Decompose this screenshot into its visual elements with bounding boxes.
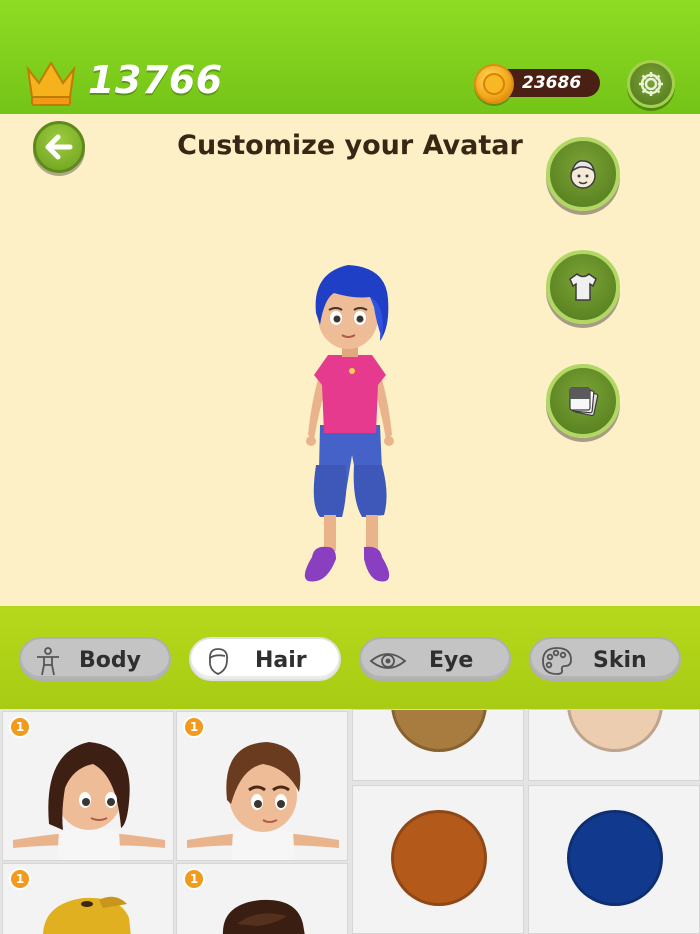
top-bar: 13766 23686 xyxy=(0,0,700,114)
hair-item[interactable]: 1 xyxy=(2,863,174,934)
gear-icon xyxy=(639,72,663,96)
tab-skin[interactable]: Skin xyxy=(529,637,681,681)
tab-eye-label: Eye xyxy=(429,648,474,673)
coin-value: 23686 xyxy=(522,73,582,93)
clothes-button[interactable] xyxy=(546,250,620,324)
coin-icon xyxy=(474,64,514,104)
eye-icon xyxy=(369,653,407,669)
cards-button[interactable] xyxy=(546,364,620,438)
price-badge: 1 xyxy=(183,868,205,890)
settings-button[interactable] xyxy=(627,60,675,108)
color-swatch xyxy=(391,710,487,752)
color-item[interactable] xyxy=(352,785,524,934)
hair-item[interactable]: 1 xyxy=(176,863,348,934)
hair-item[interactable]: 1 xyxy=(176,711,348,861)
face-button[interactable] xyxy=(546,137,620,211)
shirt-icon xyxy=(569,273,597,301)
price-badge: 1 xyxy=(183,716,205,738)
hair-item[interactable]: 1 xyxy=(2,711,174,861)
item-grid: 1 1 1 1 xyxy=(0,709,700,934)
color-item[interactable] xyxy=(352,709,524,781)
price-badge: 1 xyxy=(9,868,31,890)
face-icon xyxy=(570,160,596,189)
body-icon xyxy=(37,647,59,676)
tab-hair[interactable]: Hair xyxy=(189,637,341,681)
cards-icon xyxy=(569,387,599,417)
hair-preview xyxy=(187,742,339,860)
color-item[interactable] xyxy=(528,785,700,934)
tab-eye[interactable]: Eye xyxy=(359,637,511,681)
color-swatch xyxy=(391,810,487,906)
head-outline-icon xyxy=(209,648,228,675)
palette-icon xyxy=(542,647,572,675)
tab-skin-label: Skin xyxy=(593,648,647,673)
color-swatch xyxy=(567,810,663,906)
tab-body-label: Body xyxy=(79,648,141,673)
tab-hair-label: Hair xyxy=(255,648,307,673)
color-item[interactable] xyxy=(528,709,700,781)
color-swatch xyxy=(567,710,663,752)
crown-icon xyxy=(26,61,76,106)
crown-score: 13766 xyxy=(88,58,223,102)
tab-body[interactable]: Body xyxy=(19,637,171,681)
hair-preview xyxy=(13,742,165,860)
price-badge: 1 xyxy=(9,716,31,738)
avatar-character[interactable] xyxy=(290,255,410,590)
